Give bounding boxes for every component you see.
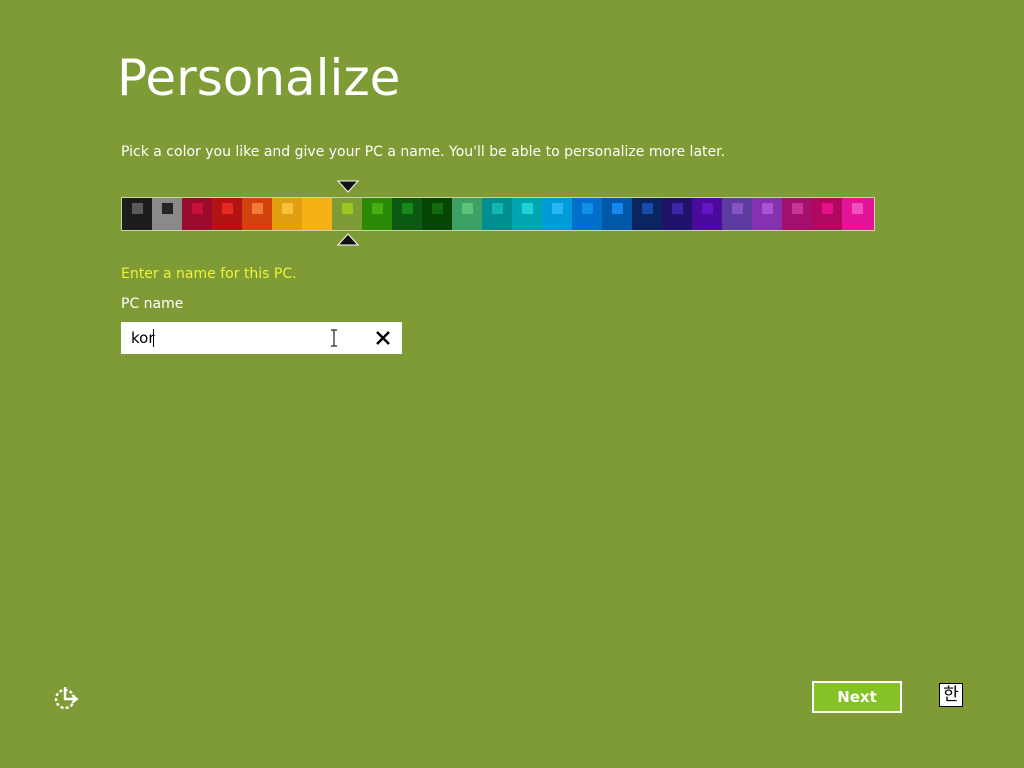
color-swatch[interactable] (842, 198, 874, 230)
color-swatch-accent (342, 203, 353, 214)
color-swatch-accent (222, 203, 233, 214)
selected-color-marker-bottom-icon (337, 233, 359, 246)
color-swatch-accent (642, 203, 653, 214)
color-swatch-accent (762, 203, 773, 214)
color-picker-strip[interactable] (121, 197, 875, 231)
color-swatch[interactable] (392, 198, 422, 230)
color-swatch-accent (522, 203, 533, 214)
color-swatch-accent (372, 203, 383, 214)
color-swatch-accent (492, 203, 503, 214)
page-title: Personalize (117, 49, 401, 107)
validation-hint: Enter a name for this PC. (121, 266, 297, 282)
color-swatch-accent (432, 203, 443, 214)
color-swatch[interactable] (512, 198, 542, 230)
color-swatch-accent (702, 203, 713, 214)
color-swatch-accent (732, 203, 743, 214)
next-button[interactable]: Next (812, 681, 902, 713)
ease-of-access-icon[interactable] (52, 684, 80, 712)
color-swatch-accent (822, 203, 833, 214)
instructions-text: Pick a color you like and give your PC a… (121, 144, 726, 160)
ime-mode-indicator[interactable]: 한 (939, 683, 963, 707)
color-swatch[interactable] (752, 198, 782, 230)
color-swatch-accent (282, 203, 293, 214)
clear-text-button[interactable] (373, 328, 393, 348)
pc-name-label: PC name (121, 296, 184, 312)
color-swatch[interactable] (572, 198, 602, 230)
ibeam-cursor-icon (331, 329, 337, 347)
color-swatch-accent (792, 203, 803, 214)
color-swatch[interactable] (242, 198, 272, 230)
color-swatch[interactable] (812, 198, 842, 230)
color-swatch-accent (192, 203, 203, 214)
color-swatch-accent (462, 203, 473, 214)
color-swatch[interactable] (422, 198, 452, 230)
color-swatch[interactable] (272, 198, 302, 230)
color-swatch[interactable] (362, 198, 392, 230)
color-swatch-accent (672, 203, 683, 214)
color-swatch[interactable] (632, 198, 662, 230)
color-swatch[interactable] (302, 198, 332, 230)
color-swatch-accent (132, 203, 143, 214)
color-swatch[interactable] (182, 198, 212, 230)
color-swatch-accent (402, 203, 413, 214)
pc-name-value: kor (131, 329, 155, 347)
color-swatch[interactable] (152, 198, 182, 230)
color-swatch[interactable] (122, 198, 152, 230)
color-swatch[interactable] (662, 198, 692, 230)
color-swatch-accent (312, 203, 323, 214)
color-swatch-accent (852, 203, 863, 214)
color-swatch-accent (552, 203, 563, 214)
color-swatch[interactable] (542, 198, 572, 230)
pc-name-input[interactable]: kor (121, 322, 402, 354)
selected-color-marker-top-icon (337, 180, 359, 193)
color-swatch[interactable] (212, 198, 242, 230)
color-swatch[interactable] (782, 198, 812, 230)
color-swatch-accent (612, 203, 623, 214)
text-caret (153, 329, 154, 347)
color-swatch[interactable] (602, 198, 632, 230)
color-swatch-accent (252, 203, 263, 214)
color-swatch[interactable] (692, 198, 722, 230)
color-swatch[interactable] (332, 198, 362, 230)
color-swatch-accent (162, 203, 173, 214)
color-swatch[interactable] (452, 198, 482, 230)
color-swatch-accent (582, 203, 593, 214)
color-swatch[interactable] (482, 198, 512, 230)
color-swatch[interactable] (722, 198, 752, 230)
